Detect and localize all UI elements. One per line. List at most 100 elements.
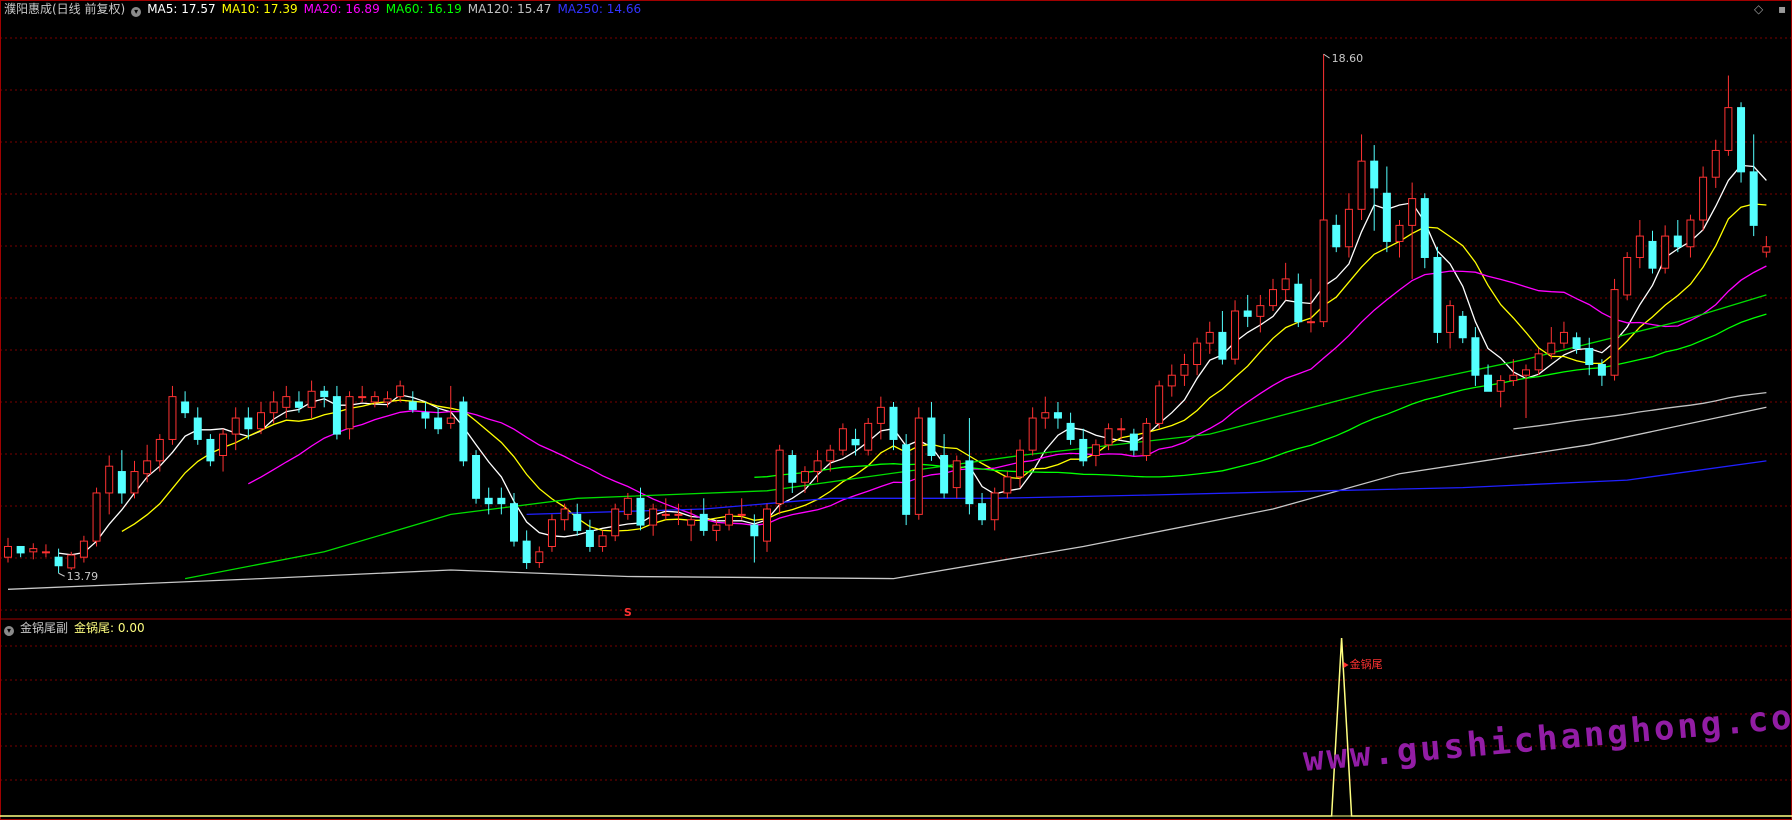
candle-body [282, 396, 291, 408]
candle-body [1332, 224, 1341, 248]
candle-body [661, 513, 670, 516]
candle-body [1547, 342, 1556, 355]
candle-body [345, 396, 354, 430]
candle-body [105, 465, 114, 494]
candle-body [92, 492, 101, 542]
candle-body [1420, 198, 1429, 258]
candle-body [573, 513, 582, 531]
candle-body [737, 513, 746, 516]
ma250-label: MA250: 14.66 [557, 2, 642, 16]
candle-body [1294, 283, 1303, 323]
stock-title: 濮阳惠成(日线 前复权) [4, 2, 126, 16]
candle-body [484, 497, 493, 505]
candle-body [1522, 369, 1530, 376]
candle-body [990, 492, 999, 521]
candle-body [1357, 160, 1366, 210]
candle-body [712, 524, 721, 531]
candle-body [1711, 149, 1720, 178]
candle-body [446, 417, 455, 424]
candle-body [16, 545, 25, 554]
ma60-long-line [184, 294, 1767, 580]
candle-body [459, 401, 468, 462]
candle-body [1180, 364, 1189, 376]
candle-body [1585, 347, 1594, 366]
candle-body [876, 406, 885, 424]
candle-body [535, 551, 544, 564]
candle-body [611, 508, 620, 537]
candle-body [1243, 310, 1252, 317]
candle-body [914, 417, 923, 515]
candle-body [168, 396, 177, 440]
candle-body [1370, 160, 1379, 189]
candle-body [117, 471, 126, 494]
candle-body [269, 401, 278, 414]
indicator-value: 金锅尾: 0.00 [74, 621, 145, 635]
candle-body [813, 460, 822, 473]
candle-body [674, 513, 683, 516]
candle-body [1699, 176, 1708, 221]
candle-body [902, 444, 911, 515]
candle-body [1395, 224, 1404, 242]
low-price-label: 13.79 [67, 570, 99, 583]
collapse-icon[interactable]: ◇ [1754, 2, 1763, 16]
main-chart-header: 濮阳惠成(日线 前复权) ▾ MA5: 17.57 MA10: 17.39 MA20: … [4, 1, 647, 17]
candle-body [649, 508, 658, 526]
candle-body [864, 422, 873, 451]
candle-body [1256, 305, 1265, 317]
candle-body [143, 460, 152, 475]
candle-body [1205, 331, 1214, 344]
ma5-label: MA5: 17.57 [147, 2, 216, 16]
candle-body [1003, 476, 1012, 494]
candle-body [1446, 305, 1455, 333]
candle-body [29, 548, 38, 553]
ma5-line [58, 164, 1767, 556]
candle-body [1572, 337, 1581, 349]
candle-body [522, 540, 531, 564]
candle-body [1167, 374, 1176, 387]
kline-chart[interactable]: 18.60 13.79 S 金锅尾 [0, 0, 1792, 820]
indicator-header: ▾ 金锅尾副 金锅尾: 0.00 [4, 620, 151, 636]
candle-body [952, 460, 961, 489]
candle-body [1066, 422, 1075, 440]
candle-body [1458, 315, 1467, 339]
candle-body [1218, 331, 1227, 360]
signal-arrow-icon [1343, 662, 1349, 668]
candle-body [851, 438, 860, 446]
candle-body [763, 508, 771, 542]
candle-body [1762, 246, 1771, 253]
candle-body [965, 460, 974, 505]
candle-body [219, 433, 228, 456]
candle-body [155, 438, 164, 462]
candle-body [4, 545, 12, 558]
candle-body [294, 401, 303, 408]
candlestick-series [4, 54, 1771, 574]
candle-body [244, 417, 253, 430]
candle-body [181, 401, 190, 414]
candle-body [1319, 219, 1328, 323]
candle-body [54, 556, 63, 567]
candle-body [1231, 310, 1240, 360]
close-panel-icon[interactable]: ▪ [1778, 2, 1786, 16]
moving-average-lines [7, 164, 1767, 590]
candle-body [206, 438, 215, 462]
chevron-down-icon[interactable]: ▾ [131, 7, 142, 17]
candle-body [699, 513, 708, 531]
candle-body [826, 449, 835, 462]
candle-body [472, 455, 481, 499]
chevron-down-icon[interactable]: ▾ [4, 626, 14, 636]
candle-body [750, 524, 759, 537]
low-marker [58, 572, 65, 577]
candle-body [421, 412, 430, 419]
candle-body [358, 396, 367, 399]
candle-body [1079, 438, 1088, 462]
candle-body [1142, 422, 1151, 456]
high-marker [1323, 53, 1330, 59]
candle-body [1623, 256, 1632, 296]
indicator-name: 金锅尾副 [20, 621, 69, 635]
candle-body [560, 508, 569, 521]
ma20-label: MA20: 16.89 [303, 2, 380, 16]
candle-body [1471, 337, 1480, 376]
candle-body [1091, 444, 1100, 456]
candle-body [598, 535, 607, 547]
candle-body [800, 471, 809, 483]
